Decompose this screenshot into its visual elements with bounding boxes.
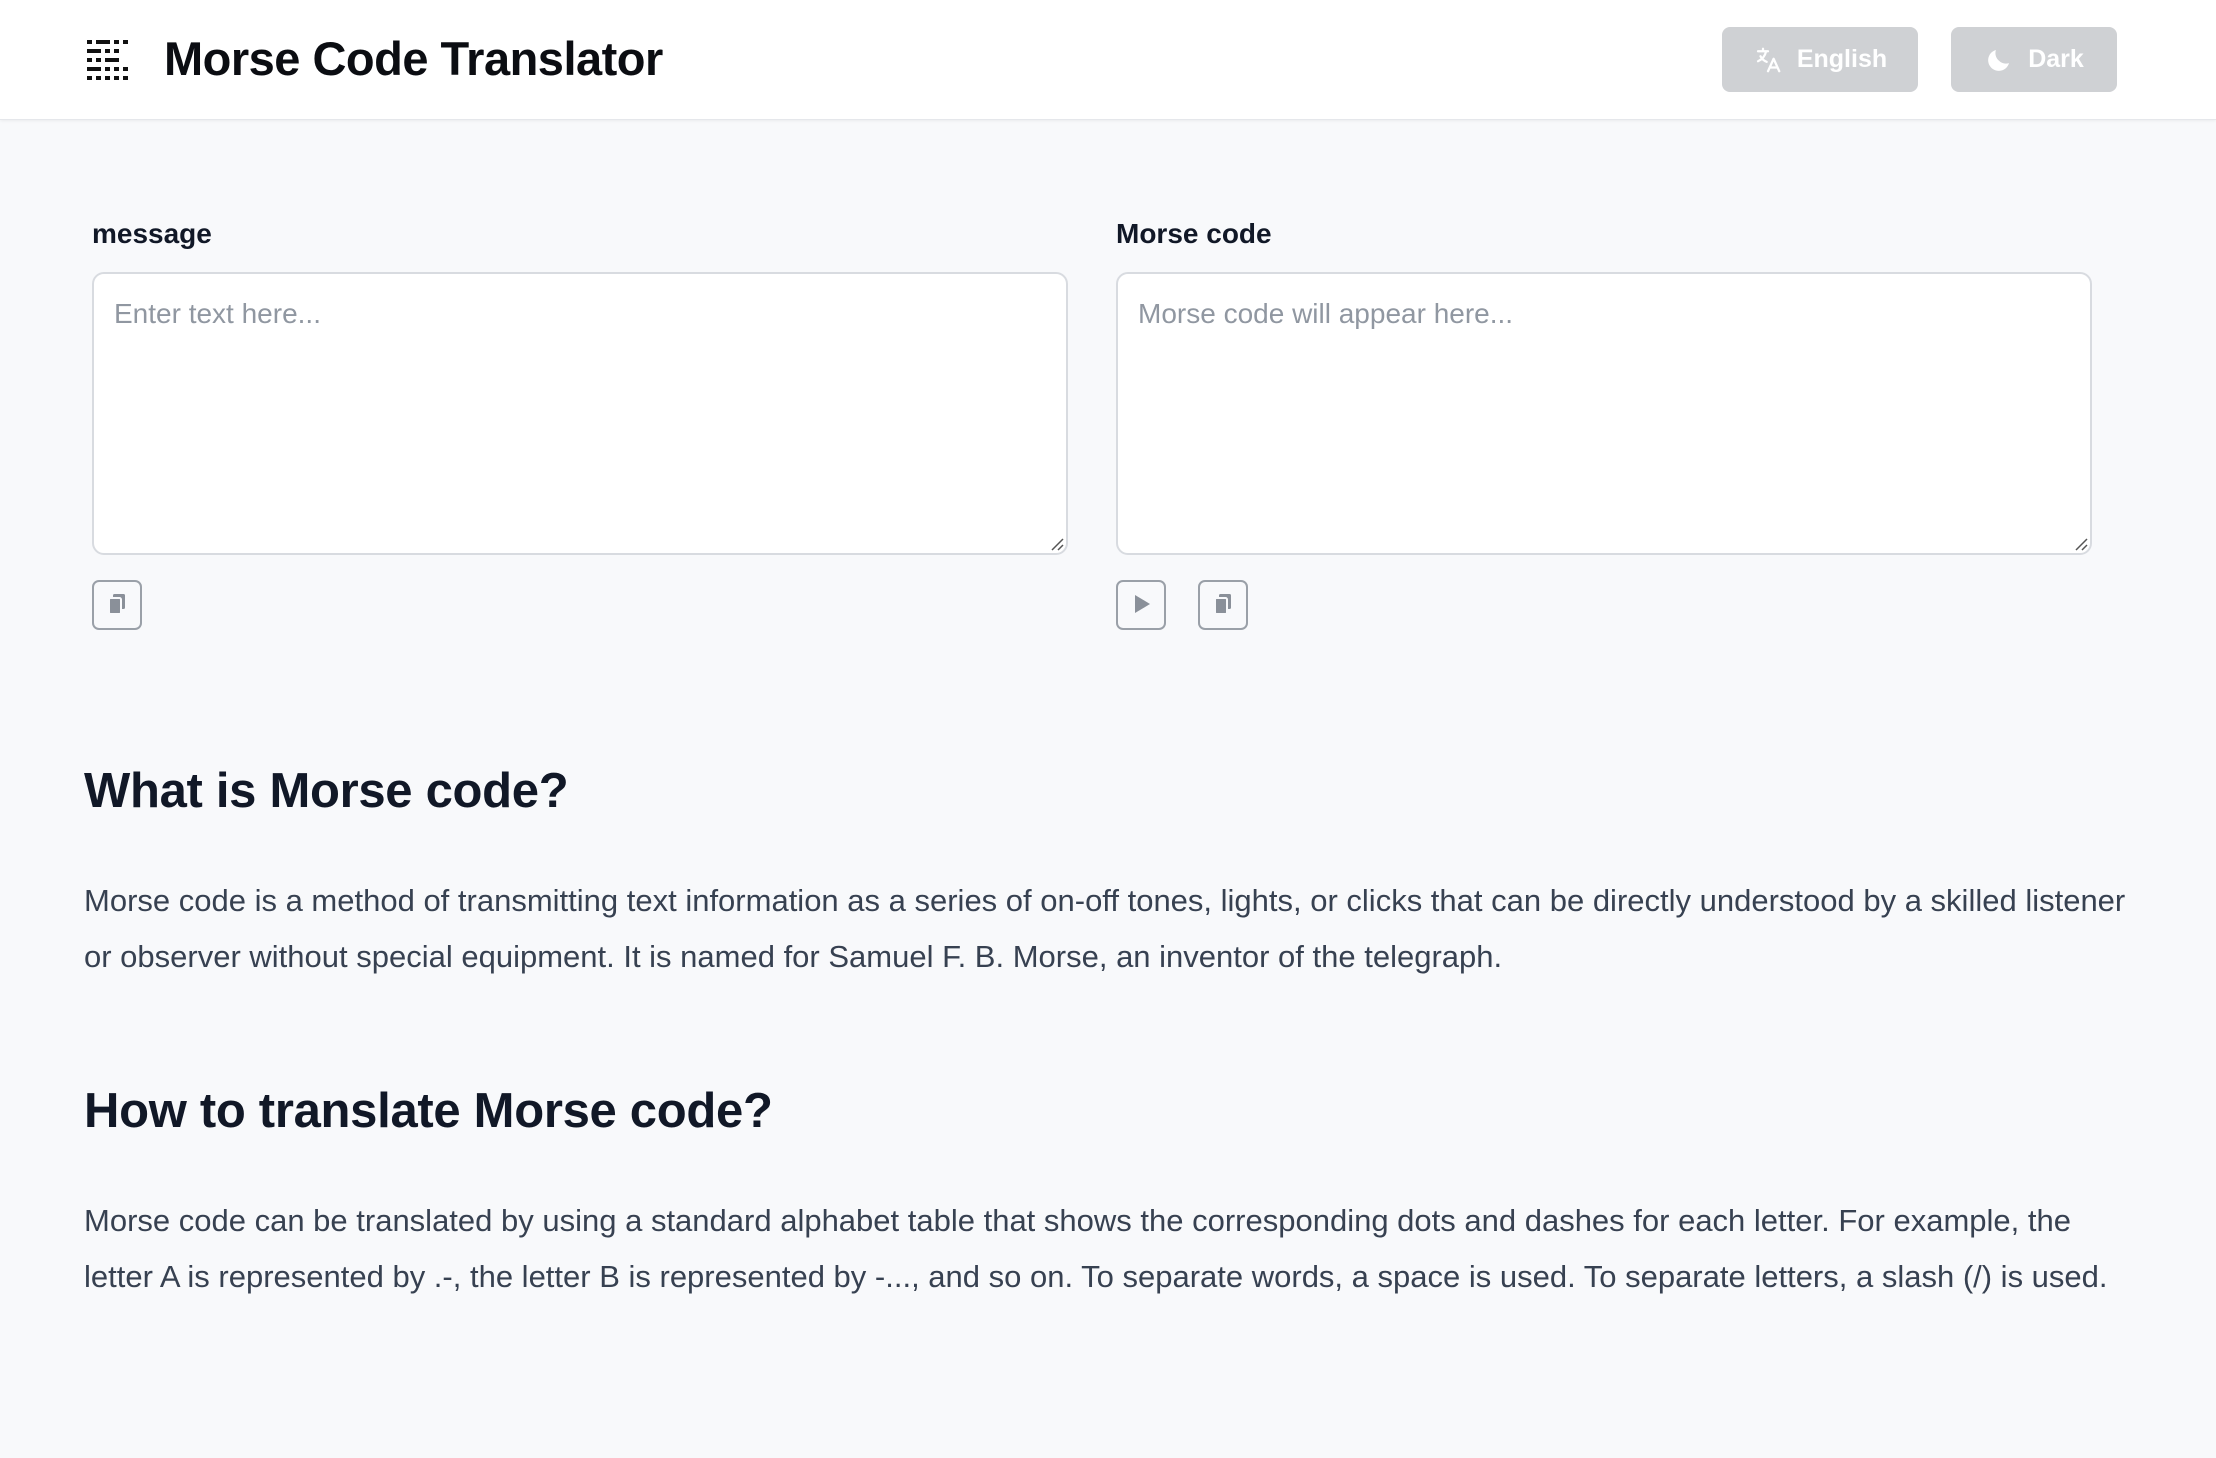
moon-icon xyxy=(1984,45,2014,75)
copy-morse-button[interactable] xyxy=(1198,580,1248,630)
section-body: Morse code is a method of transmitting t… xyxy=(84,883,2126,974)
app-header: Morse Code Translator English Dark xyxy=(0,0,2216,120)
copy-icon xyxy=(105,592,129,619)
app-title: Morse Code Translator xyxy=(164,32,663,85)
language-button[interactable]: English xyxy=(1722,27,1918,92)
copy-icon xyxy=(1211,592,1235,619)
message-input[interactable] xyxy=(92,272,1068,555)
theme-label: Dark xyxy=(2028,45,2084,73)
copy-message-button[interactable] xyxy=(92,580,142,630)
morse-code-label: Morse code xyxy=(1116,218,1272,249)
theme-toggle-button[interactable]: Dark xyxy=(1951,27,2117,92)
message-label: message xyxy=(92,218,212,249)
translate-icon xyxy=(1753,45,1783,75)
morse-code-output[interactable] xyxy=(1116,272,2092,555)
play-icon xyxy=(1129,592,1153,619)
section-body: Morse code can be translated by using a … xyxy=(84,1203,2108,1294)
resize-handle[interactable] xyxy=(1048,535,1064,551)
morse-grid-icon xyxy=(87,40,129,80)
language-label: English xyxy=(1796,45,1888,73)
section-title: How to translate Morse code? xyxy=(84,1084,773,1138)
play-morse-button[interactable] xyxy=(1116,580,1166,630)
section-title: What is Morse code? xyxy=(84,764,569,818)
resize-handle[interactable] xyxy=(2072,535,2088,551)
